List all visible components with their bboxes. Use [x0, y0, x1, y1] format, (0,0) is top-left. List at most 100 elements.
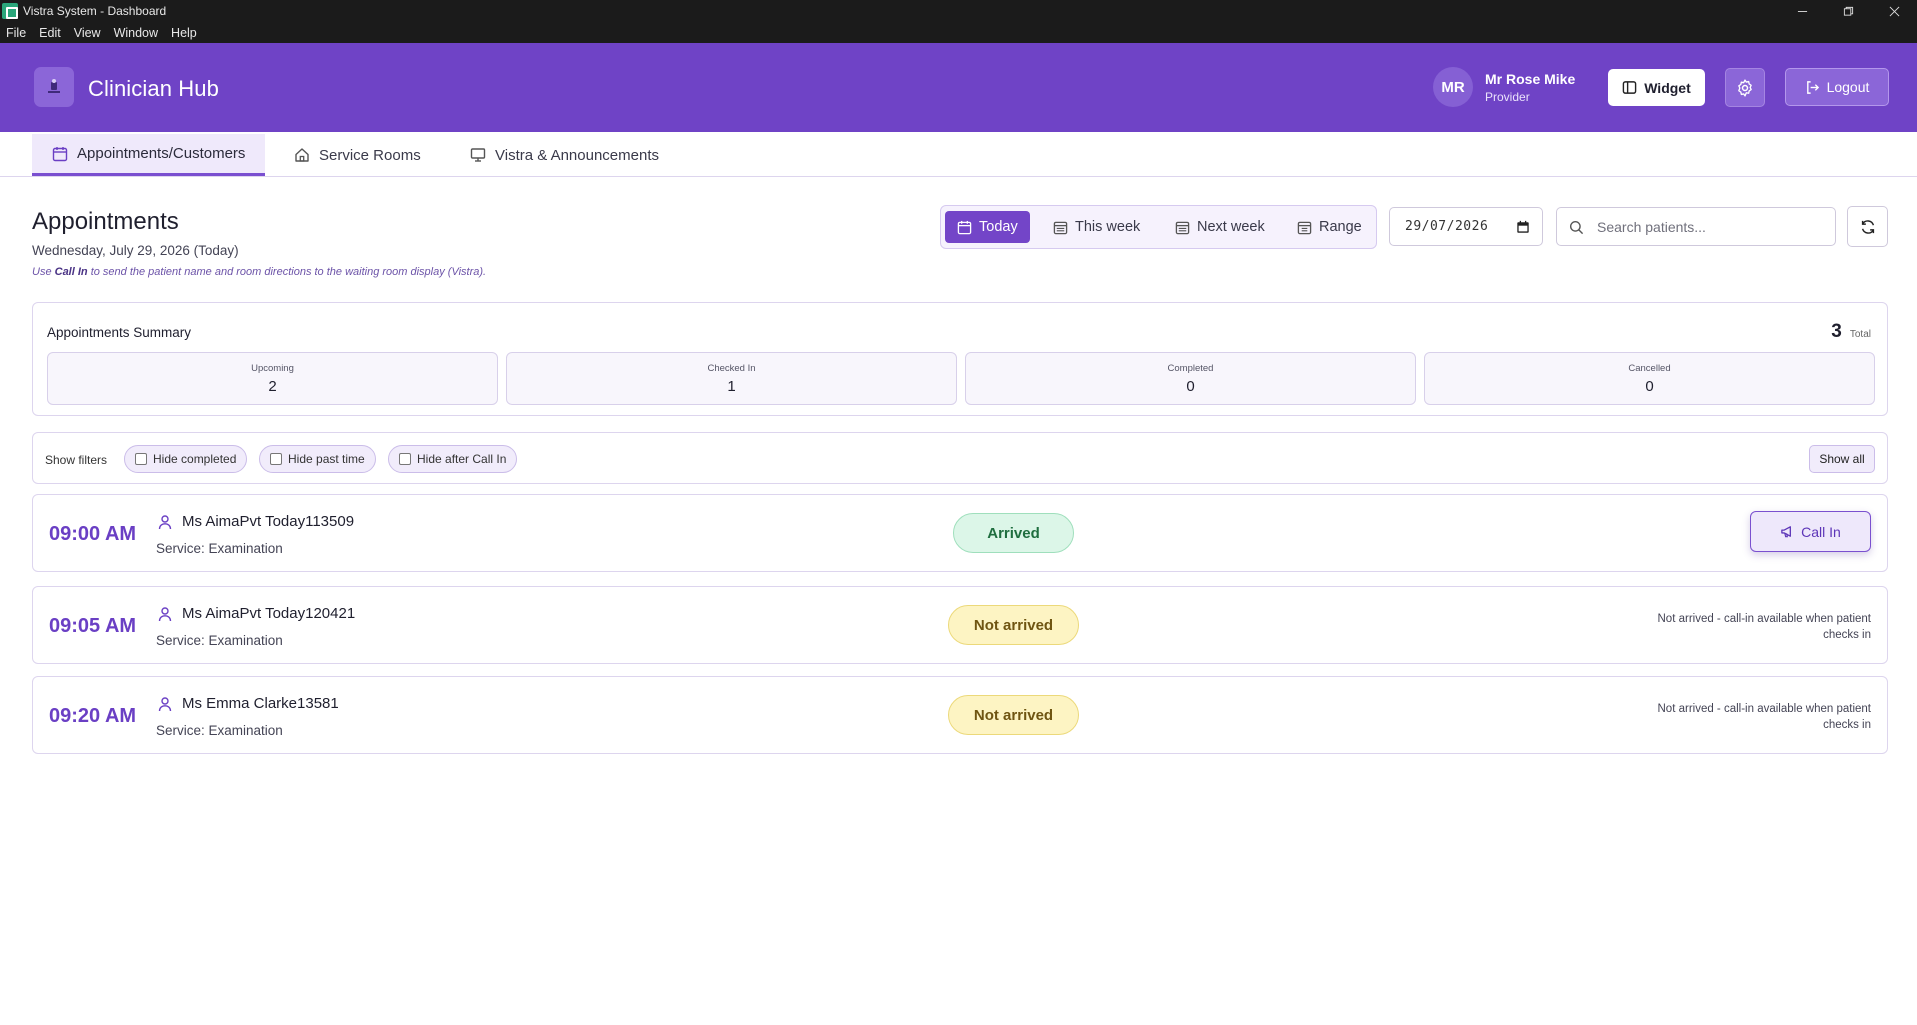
- range-next-week-label: Next week: [1197, 219, 1265, 235]
- patient-name: Ms AimaPvt Today113509: [182, 513, 355, 530]
- stat-label: Cancelled: [1628, 363, 1671, 374]
- menu-bar: File Edit View Window Help: [0, 22, 1917, 43]
- calendar-range-icon: [1297, 221, 1312, 234]
- stat-value: 1: [727, 378, 736, 395]
- appointment-row: 09:00 AM Ms AimaPvt Today113509 Service:…: [32, 494, 1888, 572]
- home-icon: [295, 148, 309, 162]
- brand-title: Clinician Hub: [88, 76, 219, 101]
- summary-total: 3 Total: [1831, 321, 1871, 343]
- call-in-unavailable-note: Not arrived - call-in available when pat…: [1657, 703, 1872, 731]
- settings-button[interactable]: [1725, 68, 1765, 107]
- range-today-label: Today: [979, 219, 1018, 235]
- menu-view[interactable]: View: [74, 26, 101, 40]
- filter-hide-past-time[interactable]: Hide past time: [259, 445, 376, 473]
- tab-service-rooms[interactable]: Service Rooms: [274, 134, 441, 176]
- hint-prefix: Use: [32, 266, 55, 278]
- summary-title: Appointments Summary: [47, 325, 192, 340]
- refresh-icon: [1861, 219, 1874, 234]
- range-this-week-label: This week: [1075, 219, 1141, 235]
- appointment-time: 09:20 AM: [49, 705, 137, 727]
- status-badge: Not arrived: [948, 695, 1079, 735]
- checkbox[interactable]: [399, 453, 411, 465]
- filter-hide-completed[interactable]: Hide completed: [124, 445, 248, 473]
- menu-help[interactable]: Help: [171, 26, 197, 40]
- date-range-selector: Today This week Next week Range: [940, 205, 1377, 249]
- calendar-icon: [957, 220, 972, 234]
- widget-button-label: Widget: [1644, 79, 1691, 96]
- maximize-icon[interactable]: [1826, 0, 1870, 22]
- tab-vistra-announcements[interactable]: Vistra & Announcements: [450, 134, 679, 176]
- filters-label: Show filters: [45, 453, 108, 467]
- appointments-summary: Appointments Summary 3 Total Upcoming 2 …: [32, 302, 1888, 416]
- range-custom-button[interactable]: Range: [1285, 211, 1374, 243]
- user-role: Provider: [1485, 90, 1530, 104]
- menu-edit[interactable]: Edit: [39, 26, 61, 40]
- patient-name: Ms Emma Clarke13581: [182, 695, 339, 712]
- clinician-icon: [48, 79, 60, 93]
- patient-name: Ms AimaPvt Today120421: [182, 605, 356, 622]
- calendar-icon: [52, 146, 68, 161]
- patient-search-input[interactable]: Search patients...: [1556, 207, 1836, 246]
- stat-label: Checked In: [707, 363, 756, 374]
- main-tabs: Appointments/Customers Service Rooms Vis…: [0, 132, 1917, 177]
- date-picker-input[interactable]: 29/07/2026: [1389, 207, 1543, 246]
- appointment-row: 09:20 AM Ms Emma Clarke13581 Service: Ex…: [32, 676, 1888, 754]
- checkbox[interactable]: [270, 453, 282, 465]
- tab-vistra-label: Vistra & Announcements: [495, 146, 659, 164]
- range-today-button[interactable]: Today: [945, 211, 1030, 243]
- range-custom-label: Range: [1319, 219, 1362, 235]
- page-title: Appointments: [32, 208, 179, 235]
- call-in-label: Call In: [1801, 523, 1841, 540]
- window-title: Vistra System - Dashboard: [23, 4, 167, 18]
- user-icon: [158, 607, 172, 622]
- stat-cancelled: Cancelled 0: [1424, 352, 1875, 405]
- stat-checked-in: Checked In 1: [506, 352, 957, 405]
- menu-window[interactable]: Window: [114, 26, 158, 40]
- logout-icon: [1806, 80, 1819, 94]
- close-icon[interactable]: [1872, 0, 1916, 22]
- appointment-time: 09:05 AM: [49, 615, 137, 637]
- service-label: Service: Examination: [156, 541, 283, 556]
- hub-logo: [34, 67, 74, 107]
- search-placeholder: Search patients...: [1597, 218, 1706, 235]
- avatar: MR: [1433, 67, 1473, 107]
- minimize-icon[interactable]: [1780, 0, 1824, 22]
- monitor-icon: [470, 148, 486, 162]
- window-titlebar: Vistra System - Dashboard: [0, 0, 1917, 22]
- user-icon: [158, 697, 172, 712]
- calendar-picker-icon[interactable]: [1516, 220, 1530, 234]
- stat-upcoming: Upcoming 2: [47, 352, 498, 405]
- tab-appointments-label: Appointments/Customers: [77, 145, 246, 162]
- call-in-button[interactable]: Call In: [1750, 511, 1871, 552]
- app-header: Clinician Hub MR Mr Rose Mike Provider W…: [0, 43, 1917, 132]
- show-all-button[interactable]: Show all: [1809, 445, 1875, 473]
- hint-strong: Call In: [54, 266, 88, 278]
- filter-hide-after-call-in[interactable]: Hide after Call In: [388, 445, 518, 473]
- logout-button[interactable]: Logout: [1785, 68, 1889, 106]
- range-this-week-button[interactable]: This week: [1041, 211, 1152, 243]
- stat-completed: Completed 0: [965, 352, 1416, 405]
- date-value: 29/07/2026: [1405, 219, 1489, 234]
- service-label: Service: Examination: [156, 633, 283, 648]
- refresh-button[interactable]: [1847, 206, 1888, 247]
- page-date: Wednesday, July 29, 2026 (Today): [32, 243, 239, 258]
- filter-label: Hide after Call In: [417, 452, 507, 466]
- stat-value: 0: [1186, 378, 1195, 395]
- panel-icon: [1622, 81, 1637, 94]
- filter-label: Hide completed: [153, 452, 237, 466]
- stat-value: 0: [1645, 378, 1654, 395]
- range-next-week-button[interactable]: Next week: [1163, 211, 1277, 243]
- tab-appointments[interactable]: Appointments/Customers: [32, 134, 266, 176]
- widget-button[interactable]: Widget: [1608, 69, 1705, 106]
- menu-file[interactable]: File: [6, 26, 26, 40]
- logout-button-label: Logout: [1826, 79, 1870, 95]
- user-icon: [158, 515, 172, 530]
- gear-icon: [1738, 78, 1752, 97]
- filter-label: Hide past time: [288, 452, 365, 466]
- calendar-week-icon: [1175, 221, 1190, 234]
- stat-value: 2: [268, 378, 277, 395]
- appointment-time: 09:00 AM: [49, 523, 137, 545]
- stat-label: Completed: [1167, 363, 1214, 374]
- checkbox[interactable]: [135, 453, 147, 465]
- stat-label: Upcoming: [251, 363, 294, 374]
